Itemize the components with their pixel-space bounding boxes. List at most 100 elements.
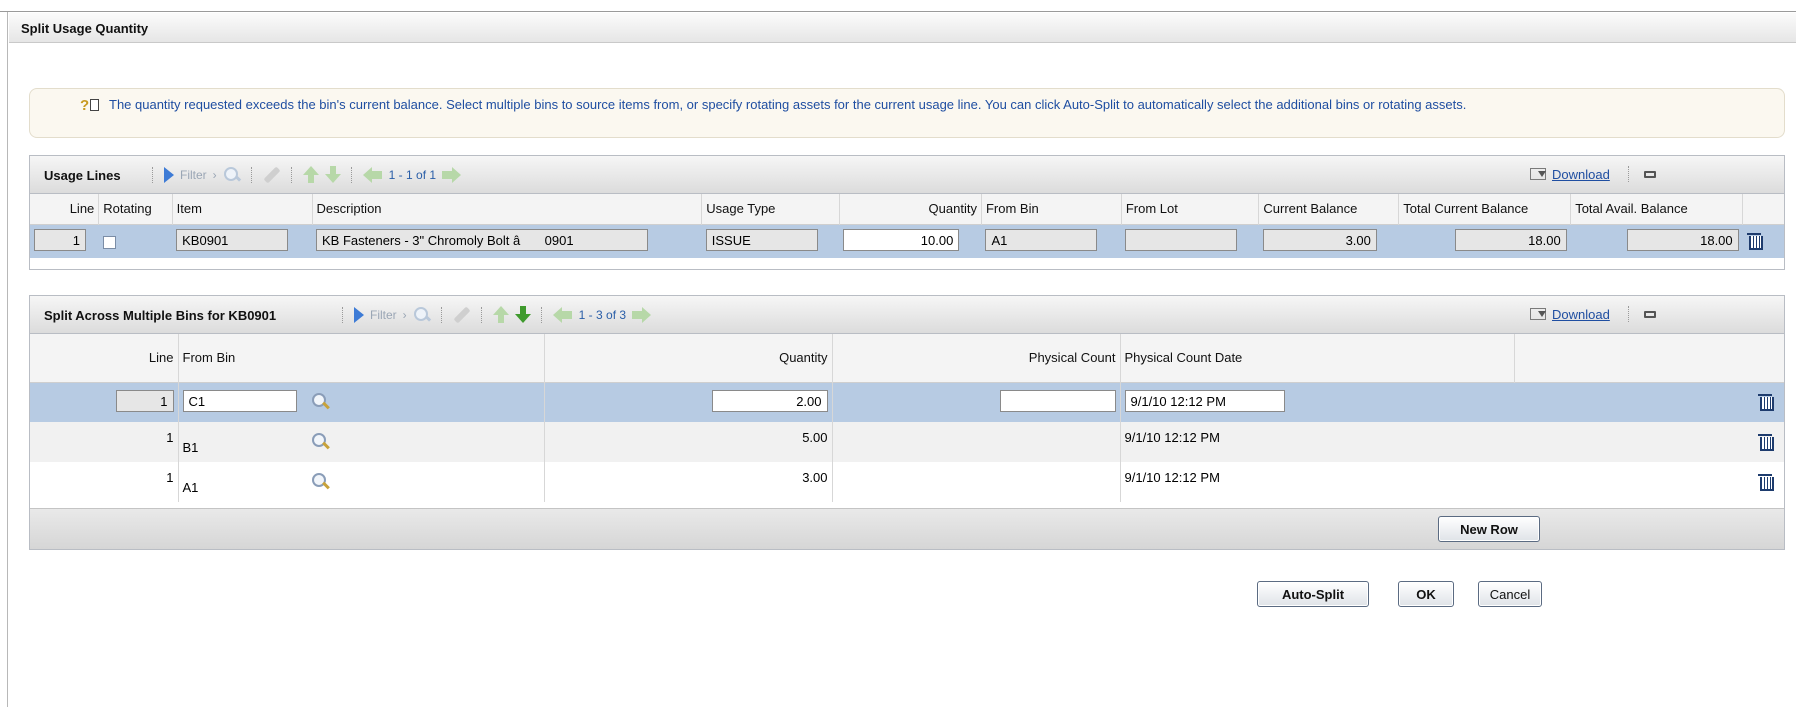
previous-page-icon[interactable] <box>552 307 573 323</box>
filter-expand-icon[interactable] <box>164 167 174 183</box>
table-row[interactable]: 1 B1 5.00 9/1/10 12:12 PM <box>30 422 1784 462</box>
col-from-lot[interactable]: From Lot <box>1121 194 1260 224</box>
split-bins-table: Line From Bin Quantity Physical Count Ph… <box>30 334 1784 502</box>
window-left-edge <box>0 12 8 707</box>
delete-row-icon[interactable] <box>1758 392 1774 411</box>
usage-lines-title: Usage Lines <box>44 168 121 183</box>
quantity-cell[interactable]: 5.00 <box>544 422 833 462</box>
split-bins-title: Split Across Multiple Bins for KB0901 <box>44 308 277 323</box>
next-page-icon[interactable] <box>442 167 462 183</box>
table-row[interactable]: 1 KB0901 KB Fasteners - 3" Chromoly Bolt… <box>30 224 1784 258</box>
dialog-titlebar[interactable]: Split Usage Quantity <box>9 13 1796 43</box>
ok-button[interactable]: OK <box>1398 581 1454 607</box>
line-cell: 1 <box>30 422 179 462</box>
table-row[interactable]: 1 C1 2.00 9/1/10 12:12 PM <box>30 382 1784 422</box>
rotating-checkbox[interactable] <box>102 235 116 249</box>
col-from-bin[interactable]: From Bin <box>981 194 1122 224</box>
quantity-input[interactable]: 2.00 <box>711 389 828 412</box>
table-row[interactable]: 1 A1 3.00 9/1/10 12:12 PM <box>30 462 1784 502</box>
usage-lines-table: Line Rotating Item Description Usage Typ… <box>30 194 1784 258</box>
previous-row-icon[interactable] <box>302 166 319 184</box>
col-from-bin[interactable]: From Bin <box>178 334 545 382</box>
physical-count-cell[interactable] <box>832 462 1121 502</box>
download-icon[interactable] <box>1530 308 1546 320</box>
description-field[interactable]: KB Fasteners - 3" Chromoly Bolt â 0901 <box>316 228 648 251</box>
filter-label[interactable]: Filter <box>180 168 207 182</box>
item-field[interactable]: KB0901 <box>176 228 289 251</box>
col-description[interactable]: Description <box>312 194 703 224</box>
usage-lines-header: Usage Lines Filter › 1 - 1 of 1 Download <box>30 156 1784 194</box>
col-physical-count[interactable]: Physical Count <box>832 334 1121 382</box>
help-question-icon: ? <box>80 97 100 115</box>
col-line[interactable]: Line <box>30 334 179 382</box>
cancel-button[interactable]: Cancel <box>1478 581 1542 607</box>
split-bins-footer: New Row <box>30 508 1784 549</box>
col-quantity[interactable]: Quantity <box>544 334 833 382</box>
next-row-icon[interactable] <box>514 306 531 324</box>
download-link[interactable]: Download <box>1552 167 1610 182</box>
quantity-cell[interactable]: 3.00 <box>544 462 833 502</box>
pager-text: 1 - 1 of 1 <box>388 168 437 182</box>
split-bins-toolbar: Filter › 1 - 3 of 3 <box>338 304 652 326</box>
current-balance-field: 3.00 <box>1262 228 1377 251</box>
window-top-edge <box>0 0 1796 12</box>
usage-lines-toolbar: Filter › 1 - 1 of 1 <box>148 164 462 186</box>
physical-count-date-cell[interactable]: 9/1/10 12:12 PM <box>1120 422 1514 462</box>
download-control: Download <box>1530 306 1656 322</box>
download-control: Download <box>1530 166 1656 182</box>
from-bin-cell[interactable]: A1 <box>183 480 303 495</box>
chevron-right-icon: › <box>402 308 407 322</box>
warning-message-box: ? The quantity requested exceeds the bin… <box>29 88 1785 138</box>
from-bin-input[interactable]: C1 <box>182 389 297 412</box>
chevron-right-icon: › <box>212 168 217 182</box>
col-total-current-balance[interactable]: Total Current Balance <box>1398 194 1572 224</box>
split-bins-header: Split Across Multiple Bins for KB0901 Fi… <box>30 296 1784 334</box>
split-bins-section: Split Across Multiple Bins for KB0901 Fi… <box>29 295 1785 550</box>
line-field: 1 <box>34 228 86 251</box>
total-current-balance-field: 18.00 <box>1454 228 1567 251</box>
delete-row-icon[interactable] <box>1758 472 1774 491</box>
from-lot-field[interactable] <box>1125 228 1238 251</box>
col-physical-count-date[interactable]: Physical Count Date <box>1120 334 1515 382</box>
previous-row-icon[interactable] <box>492 306 509 324</box>
search-icon[interactable] <box>413 306 431 324</box>
clear-filter-icon[interactable] <box>453 306 471 324</box>
from-bin-field[interactable]: A1 <box>985 228 1098 251</box>
collapse-icon[interactable] <box>1643 310 1656 318</box>
auto-split-button[interactable]: Auto-Split <box>1257 581 1369 607</box>
download-link[interactable]: Download <box>1552 307 1610 322</box>
usage-lines-section: Usage Lines Filter › 1 - 1 of 1 Download <box>29 155 1785 270</box>
next-page-icon[interactable] <box>632 307 652 323</box>
col-line[interactable]: Line <box>30 194 100 224</box>
bin-lookup-icon[interactable] <box>311 472 331 492</box>
bin-lookup-icon[interactable] <box>311 392 331 412</box>
next-row-icon[interactable] <box>324 166 341 184</box>
delete-row-icon[interactable] <box>1746 231 1763 250</box>
from-bin-cell[interactable]: B1 <box>183 440 303 455</box>
dialog-title: Split Usage Quantity <box>21 21 149 36</box>
new-row-button[interactable]: New Row <box>1438 516 1540 542</box>
physical-count-date-cell[interactable]: 9/1/10 12:12 PM <box>1120 462 1514 502</box>
col-rotating[interactable]: Rotating <box>98 194 173 224</box>
usage-type-field[interactable]: ISSUE <box>705 228 818 251</box>
col-item[interactable]: Item <box>172 194 313 224</box>
search-icon[interactable] <box>223 166 241 184</box>
physical-count-input[interactable] <box>999 389 1116 412</box>
quantity-field[interactable]: 10.00 <box>843 228 960 251</box>
bin-lookup-icon[interactable] <box>311 432 331 452</box>
col-total-avail-balance[interactable]: Total Avail. Balance <box>1570 194 1744 224</box>
physical-count-cell[interactable] <box>832 422 1121 462</box>
clear-filter-icon[interactable] <box>263 166 281 184</box>
delete-row-icon[interactable] <box>1758 432 1774 451</box>
col-usage-type[interactable]: Usage Type <box>701 194 840 224</box>
filter-expand-icon[interactable] <box>354 307 364 323</box>
line-field: 1 <box>115 389 174 412</box>
download-icon[interactable] <box>1530 168 1546 180</box>
collapse-icon[interactable] <box>1643 170 1656 178</box>
col-current-balance[interactable]: Current Balance <box>1258 194 1400 224</box>
physical-count-date-input[interactable]: 9/1/10 12:12 PM <box>1124 389 1285 412</box>
warning-message-text: The quantity requested exceeds the bin's… <box>109 97 1467 112</box>
filter-label[interactable]: Filter <box>370 308 397 322</box>
previous-page-icon[interactable] <box>362 167 383 183</box>
col-quantity[interactable]: Quantity <box>839 194 982 224</box>
